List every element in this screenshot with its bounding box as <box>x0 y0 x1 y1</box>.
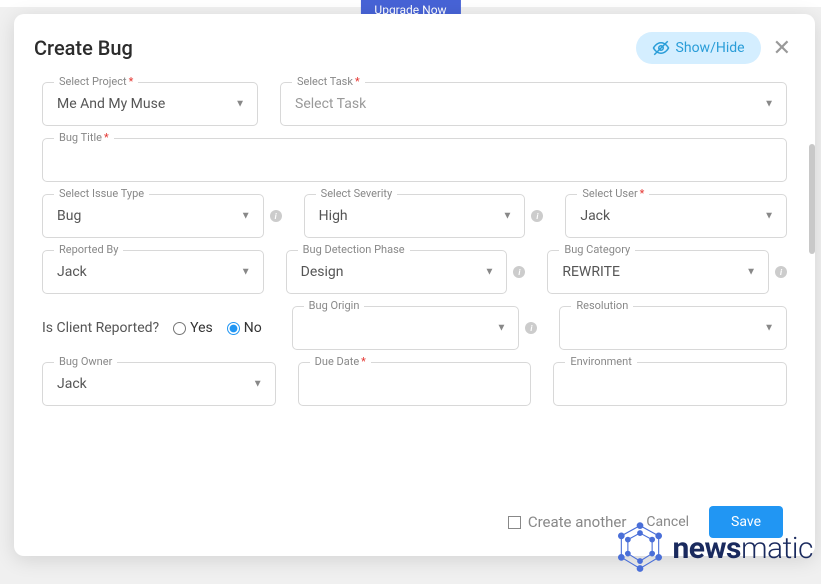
show-hide-button[interactable]: Show/Hide <box>636 32 761 64</box>
chevron-down-icon: ▼ <box>496 323 506 334</box>
due-date-input[interactable] <box>298 362 532 406</box>
chevron-down-icon: ▼ <box>241 267 251 278</box>
chevron-down-icon: ▼ <box>484 267 494 278</box>
task-select[interactable]: Select Task ▼ <box>280 82 787 126</box>
resolution-select[interactable]: ▼ <box>559 306 787 350</box>
origin-select[interactable]: ▼ <box>292 306 520 350</box>
cancel-button[interactable]: Cancel <box>646 514 689 530</box>
info-icon[interactable]: i <box>270 210 282 222</box>
info-icon[interactable]: i <box>513 266 525 278</box>
detection-phase-label: Bug Detection Phase <box>298 243 410 256</box>
detection-phase-select[interactable]: Design ▼ <box>286 250 508 294</box>
eye-off-icon <box>652 39 670 57</box>
scrollbar[interactable] <box>809 144 815 254</box>
show-hide-label: Show/Hide <box>676 40 745 56</box>
chevron-down-icon: ▼ <box>502 211 512 222</box>
severity-select[interactable]: High ▼ <box>304 194 526 238</box>
bug-title-input[interactable] <box>42 138 787 182</box>
category-select[interactable]: REWRITE ▼ <box>547 250 769 294</box>
chevron-down-icon: ▼ <box>235 99 245 110</box>
due-date-label: Due Date* <box>310 355 371 368</box>
client-reported-label: Is Client Reported? <box>42 320 159 336</box>
category-label: Bug Category <box>559 243 635 256</box>
modal-title: Create Bug <box>34 36 133 60</box>
owner-select[interactable]: Jack ▼ <box>42 362 276 406</box>
client-reported-no[interactable]: No <box>227 320 262 336</box>
info-icon[interactable]: i <box>775 266 787 278</box>
reported-by-label: Reported By <box>54 243 123 256</box>
client-reported-yes[interactable]: Yes <box>173 320 213 336</box>
checkbox-icon <box>508 516 521 529</box>
environment-input[interactable] <box>553 362 787 406</box>
chevron-down-icon: ▼ <box>764 211 774 222</box>
chevron-down-icon: ▼ <box>764 323 774 334</box>
issue-type-select[interactable]: Bug ▼ <box>42 194 264 238</box>
resolution-label: Resolution <box>571 299 633 312</box>
origin-label: Bug Origin <box>304 299 365 312</box>
owner-label: Bug Owner <box>54 355 117 368</box>
chevron-down-icon: ▼ <box>746 267 756 278</box>
info-icon[interactable]: i <box>525 322 537 334</box>
user-select[interactable]: Jack ▼ <box>565 194 787 238</box>
chevron-down-icon: ▼ <box>764 99 774 110</box>
severity-label: Select Severity <box>316 187 398 200</box>
create-bug-modal: Create Bug Show/Hide ✕ Select Project* M… <box>14 14 815 556</box>
project-label: Select Project* <box>54 75 138 88</box>
reported-by-select[interactable]: Jack ▼ <box>42 250 264 294</box>
environment-label: Environment <box>565 355 636 368</box>
issue-type-label: Select Issue Type <box>54 187 149 200</box>
user-label: Select User* <box>577 187 649 200</box>
create-another-checkbox[interactable]: Create another <box>508 513 627 531</box>
chevron-down-icon: ▼ <box>241 211 251 222</box>
task-label: Select Task* <box>292 75 365 88</box>
bug-title-label: Bug Title* <box>54 131 114 144</box>
close-icon[interactable]: ✕ <box>773 36 791 61</box>
project-select[interactable]: Me And My Muse ▼ <box>42 82 258 126</box>
chevron-down-icon: ▼ <box>253 379 263 390</box>
save-button[interactable]: Save <box>709 506 783 538</box>
info-icon[interactable]: i <box>531 210 543 222</box>
